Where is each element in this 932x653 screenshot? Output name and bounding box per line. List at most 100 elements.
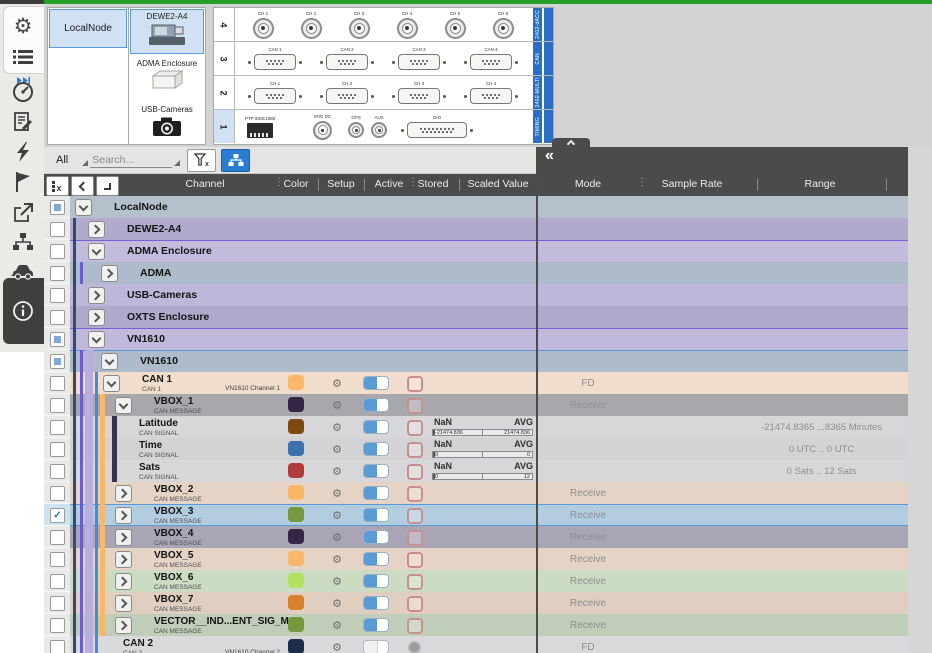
channel-row-can-1[interactable]: CAN 1CAN 1VN1610 Channel 1⚙FD: [44, 372, 908, 394]
row-checkbox[interactable]: [50, 640, 65, 653]
network-tree-sidebar-item[interactable]: [8, 228, 38, 256]
channel-row-vbox-3[interactable]: ✓VBOX_3CAN MESSAGE⚙Receive: [44, 504, 908, 526]
export-sidebar-item[interactable]: [8, 199, 38, 227]
channel-color-swatch[interactable]: [288, 397, 304, 412]
channel-row-adma-enclosure[interactable]: ADMA Enclosure: [44, 240, 908, 262]
channel-row-oxts-enclosure[interactable]: OXTS Enclosure: [44, 306, 908, 328]
row-checkbox[interactable]: [50, 486, 65, 501]
channel-color-swatch[interactable]: [288, 419, 304, 434]
channel-row-vbox-5[interactable]: VBOX_5CAN MESSAGE⚙Receive: [44, 548, 908, 570]
search-input[interactable]: [90, 153, 172, 168]
stored-indicator[interactable]: [407, 442, 423, 458]
row-checkbox[interactable]: ✓: [50, 508, 65, 523]
channel-row-vbox-7[interactable]: VBOX_7CAN MESSAGE⚙Receive: [44, 592, 908, 614]
filter-funnel-button[interactable]: x: [187, 149, 216, 172]
stored-indicator[interactable]: [407, 464, 423, 480]
channel-setup-gear-icon[interactable]: ⚙: [329, 460, 345, 482]
stored-indicator[interactable]: [407, 530, 423, 546]
active-toggle[interactable]: [363, 508, 389, 522]
channel-row-usb-cameras[interactable]: USB-Cameras: [44, 284, 908, 306]
channel-row-can-2[interactable]: CAN 2CAN 2VN1610 Channel 2⚙FD: [44, 636, 908, 653]
channel-list-sidebar-item[interactable]: [8, 43, 38, 71]
scope-dropdown-triangle-icon[interactable]: [82, 160, 88, 166]
channel-row-vbox-6[interactable]: VBOX_6CAN MESSAGE⚙Receive: [44, 570, 908, 592]
local-node-box[interactable]: LocalNode: [49, 9, 127, 48]
active-toggle[interactable]: [363, 486, 389, 500]
row-checkbox[interactable]: [50, 552, 65, 567]
stored-indicator[interactable]: [407, 486, 423, 502]
channel-row-vn1610[interactable]: VN1610: [44, 350, 908, 372]
channel-row-vbox-2[interactable]: VBOX_2CAN MESSAGE⚙Receive: [44, 482, 908, 504]
active-toggle[interactable]: [363, 464, 389, 478]
active-toggle[interactable]: [363, 640, 389, 653]
active-toggle[interactable]: [363, 596, 389, 610]
expand-row-button[interactable]: [115, 529, 132, 546]
channel-setup-gear-icon[interactable]: ⚙: [329, 504, 345, 526]
channel-color-swatch[interactable]: [288, 639, 304, 653]
channel-setup-gear-icon[interactable]: ⚙: [329, 614, 345, 636]
row-checkbox[interactable]: [50, 376, 65, 391]
expand-row-button[interactable]: [115, 507, 132, 524]
speedometer-sidebar-item[interactable]: [8, 78, 38, 106]
active-toggle[interactable]: [363, 618, 389, 632]
collapse-row-button[interactable]: [101, 353, 118, 370]
active-toggle[interactable]: [363, 574, 389, 588]
active-toggle[interactable]: [363, 442, 389, 456]
expand-row-button[interactable]: [115, 485, 132, 502]
channel-row-adma[interactable]: ADMA: [44, 262, 908, 284]
flag-sidebar-item[interactable]: [8, 168, 38, 196]
channel-color-swatch[interactable]: [288, 485, 304, 500]
row-checkbox[interactable]: [50, 354, 65, 369]
settings-gear-sidebar-item[interactable]: ⚙: [8, 12, 38, 40]
channel-setup-gear-icon[interactable]: ⚙: [329, 548, 345, 570]
channel-color-swatch[interactable]: [288, 463, 304, 478]
stored-indicator[interactable]: [408, 641, 421, 653]
device-item-adma-enclosure[interactable]: ADMA Enclosure: [130, 56, 204, 98]
collapse-row-button[interactable]: [88, 331, 105, 348]
collapse-row-button[interactable]: [103, 375, 120, 392]
row-checkbox[interactable]: [50, 442, 65, 457]
expand-row-button[interactable]: [88, 309, 105, 326]
channel-color-swatch[interactable]: [288, 375, 304, 390]
expand-row-button[interactable]: [115, 617, 132, 634]
channel-color-swatch[interactable]: [288, 573, 304, 588]
row-checkbox[interactable]: [50, 530, 65, 545]
channel-setup-gear-icon[interactable]: ⚙: [329, 482, 345, 504]
channel-setup-gear-icon[interactable]: ⚙: [329, 394, 345, 416]
right-scroll-gutter[interactable]: [908, 147, 932, 653]
channel-color-swatch[interactable]: [288, 529, 304, 544]
slot-number[interactable]: 2: [214, 76, 235, 109]
expand-row-button[interactable]: [88, 221, 105, 238]
active-toggle[interactable]: [363, 552, 389, 566]
stored-indicator[interactable]: [407, 420, 423, 436]
channel-row-vn1610[interactable]: VN1610: [44, 328, 908, 350]
row-checkbox[interactable]: [50, 574, 65, 589]
row-checkbox[interactable]: [50, 266, 65, 281]
scope-dropdown[interactable]: All: [56, 154, 68, 166]
stored-indicator[interactable]: [407, 508, 423, 524]
channel-row-sats[interactable]: SatsCAN SIGNAL⚙NaNAVG0120 Sats .. 12 Sat…: [44, 460, 908, 482]
collapse-panel-button[interactable]: «: [545, 147, 554, 165]
active-toggle[interactable]: [363, 530, 389, 544]
channel-row-time[interactable]: TimeCAN SIGNAL⚙NaNAVG000 UTC .. 0 UTC: [44, 438, 908, 460]
slot-number[interactable]: 4: [214, 8, 235, 41]
active-toggle[interactable]: [363, 376, 389, 390]
channel-color-swatch[interactable]: [288, 551, 304, 566]
channel-setup-gear-icon[interactable]: ⚙: [329, 636, 345, 653]
tree-view-button[interactable]: [221, 149, 250, 172]
channel-row-vbox-1[interactable]: VBOX_1CAN MESSAGE⚙Receive: [44, 394, 908, 416]
channel-setup-gear-icon[interactable]: ⚙: [329, 372, 345, 394]
channel-setup-gear-icon[interactable]: ⚙: [329, 570, 345, 592]
expand-row-button[interactable]: [88, 287, 105, 304]
channel-color-swatch[interactable]: [288, 507, 304, 522]
lightning-sidebar-item[interactable]: [8, 138, 38, 166]
row-checkbox[interactable]: [50, 596, 65, 611]
row-checkbox[interactable]: [50, 398, 65, 413]
row-checkbox[interactable]: [50, 618, 65, 633]
row-checkbox[interactable]: [50, 464, 65, 479]
stored-indicator[interactable]: [407, 398, 423, 414]
collapse-row-button[interactable]: [75, 199, 92, 216]
channel-row-vector-ind-ent-sig-msg[interactable]: VECTOR__IND...ENT_SIG_MSGCAN MESSAGE⚙Rec…: [44, 614, 908, 636]
row-checkbox[interactable]: [50, 288, 65, 303]
expand-row-button[interactable]: [115, 595, 132, 612]
